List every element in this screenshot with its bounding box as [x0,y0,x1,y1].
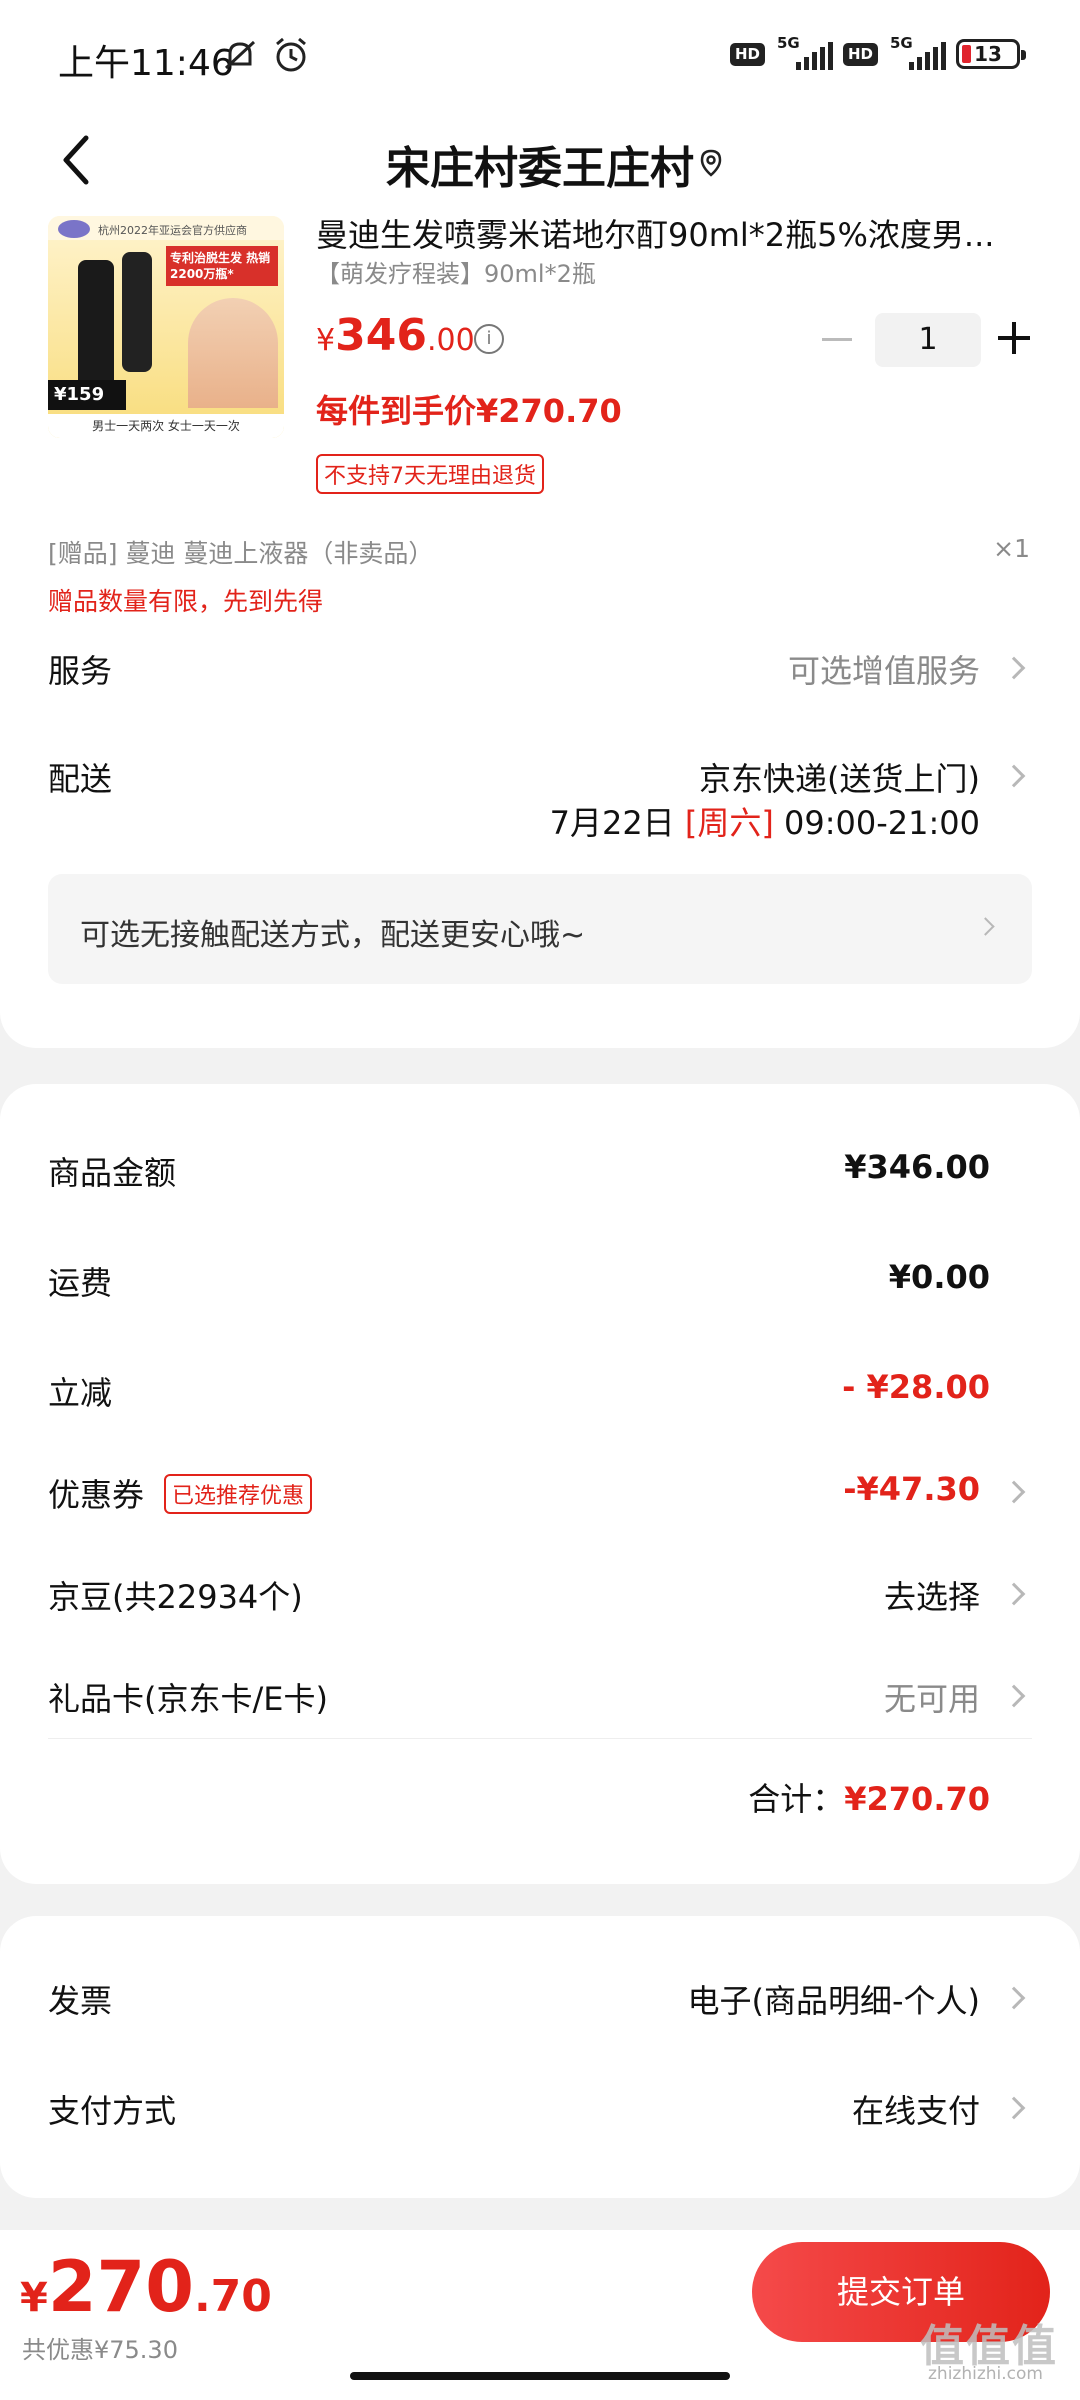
chevron-right-icon[interactable] [1002,764,1026,788]
product-bottle [122,252,152,372]
no-return-badge: 不支持7天无理由退货 [316,454,544,494]
contactless-delivery-option[interactable]: 可选无接触配送方式，配送更安心哦~ [48,874,1032,984]
quantity-input[interactable]: 1 [875,313,981,367]
status-time: 上午11:46 [58,43,234,84]
shipping-value: ¥0.00 [888,1258,990,1296]
nav-bar: 宋庄村委王庄村 [0,110,1080,210]
delivery-value[interactable]: 京东快递(送货上门) [699,754,980,800]
product-image-tag: 专利治脱生发 热销2200万瓶* [166,246,278,286]
chevron-right-icon[interactable] [1002,2096,1026,2120]
service-label: 服务 [48,652,113,690]
gift-quantity: ×1 [993,534,1030,563]
coupon-label: 优惠券 [48,1476,145,1514]
watermark-url: zhizhizhi.com [928,2364,1043,2384]
price-decimal: .00 [426,323,475,358]
address-title[interactable]: 宋庄村委王庄村 [0,132,1080,196]
contactless-text: 可选无接触配送方式，配送更安心哦~ [80,918,586,953]
chevron-right-icon [976,917,995,936]
product-spec: 【萌发疗程装】90ml*2瓶 [316,260,596,288]
location-pin-icon [700,149,722,177]
goods-amount-value: ¥346.00 [844,1148,990,1186]
jingdou-value[interactable]: 去选择 [884,1572,980,1618]
chevron-right-icon[interactable] [1002,656,1026,680]
unit-final-price: 每件到手价¥270.70 [316,392,622,430]
total-savings[interactable]: 共优惠¥75.30 [22,2330,178,2365]
delivery-time-window: 09:00-21:00 [784,804,980,842]
delivery-day: 7月22日 [549,804,675,842]
divider [48,1738,1032,1739]
coupon-value[interactable]: -¥47.30 [843,1470,980,1508]
order-items-card: 杭州2022年亚运会官方供应商 专利治脱生发 热销2200万瓶* ¥159 男士… [0,200,1080,1048]
battery-icon: 13 [956,39,1026,69]
payment-value[interactable]: 在线支付 [852,2086,980,2132]
status-bar: 上午11:46 HD 5G HD 5G 13 [0,0,1080,110]
instant-discount-value: - ¥28.00 [842,1368,990,1406]
quantity-plus-button[interactable] [998,322,1030,354]
subtotal-label: 合计： [748,1780,845,1818]
total-decimal: .70 [193,2271,272,2322]
subtotal-value: ¥270.70 [844,1780,990,1818]
hd-badge-2: HD [842,42,878,66]
subtotal: 合计：¥270.70 [748,1774,990,1820]
hd-badge: HD [729,42,765,66]
invoice-payment-card: 发票 电子(商品明细-个人) 支付方式 在线支付 [0,1916,1080,2198]
giftcard-value[interactable]: 无可用 [884,1674,980,1720]
delivery-date[interactable]: 7月22日 [周六] 09:00-21:00 [550,798,980,844]
product-image[interactable]: 杭州2022年亚运会官方供应商 专利治脱生发 热销2200万瓶* ¥159 男士… [48,216,284,438]
quantity-minus-button[interactable] [822,338,852,341]
price-summary-card: 商品金额 ¥346.00 运费 ¥0.00 立减 - ¥28.00 优惠券 已选… [0,1084,1080,1884]
gift-note: 赠品数量有限，先到先得 [48,587,324,616]
delivery-label: 配送 [48,760,113,798]
chevron-right-icon[interactable] [1002,1684,1026,1708]
mute-notification-icon [224,40,256,70]
invoice-value[interactable]: 电子(商品明细-个人) [687,1976,980,2022]
alarm-icon [276,37,306,72]
chevron-right-icon[interactable] [1002,1986,1026,2010]
home-indicator[interactable] [350,2372,730,2380]
goods-amount-label: 商品金额 [48,1154,177,1192]
product-bottle [78,260,114,390]
signal-icon-2: 5G [888,34,946,72]
chevron-right-icon[interactable] [1002,1582,1026,1606]
shipping-label: 运费 [48,1264,113,1302]
product-image-models [188,298,278,408]
product-image-footer: 男士一天两次 女士一天一次 [48,414,284,438]
price-currency: ¥ [316,323,336,358]
giftcard-label: 礼品卡(京东卡/E卡) [48,1680,328,1718]
instant-discount-label: 立减 [48,1374,113,1412]
product-price: ¥346.00 [316,310,475,361]
coupon-recommend-badge: 已选推荐优惠 [164,1474,313,1514]
gift-item: [赠品] 蔓迪 蔓迪上液器（非卖品） [48,539,434,568]
delivery-weekday: [周六] [684,804,774,842]
signal-icon: 5G [775,34,833,72]
invoice-label: 发票 [48,1982,113,2020]
chevron-right-icon[interactable] [1002,1480,1026,1504]
total-price: ¥270.70 [20,2246,272,2328]
jingdou-label: 京豆(共22934个) [48,1578,303,1616]
total-integer: 270 [47,2246,194,2328]
product-name[interactable]: 曼迪生发喷雾米诺地尔酊90ml*2瓶5%浓度男... [316,210,1032,254]
checkout-bar: ¥270.70 共优惠¥75.30 提交订单 值值值 zhizhizhi.com [0,2230,1080,2400]
info-icon[interactable]: i [474,324,504,354]
total-currency: ¥ [20,2275,48,2321]
payment-label: 支付方式 [48,2092,177,2130]
brand-logo [58,220,90,238]
product-image-price: ¥159 [48,380,126,410]
service-value[interactable]: 可选增值服务 [788,646,980,692]
price-integer: 346 [335,310,427,361]
status-icons: HD 5G HD 5G 13 [729,34,1026,72]
